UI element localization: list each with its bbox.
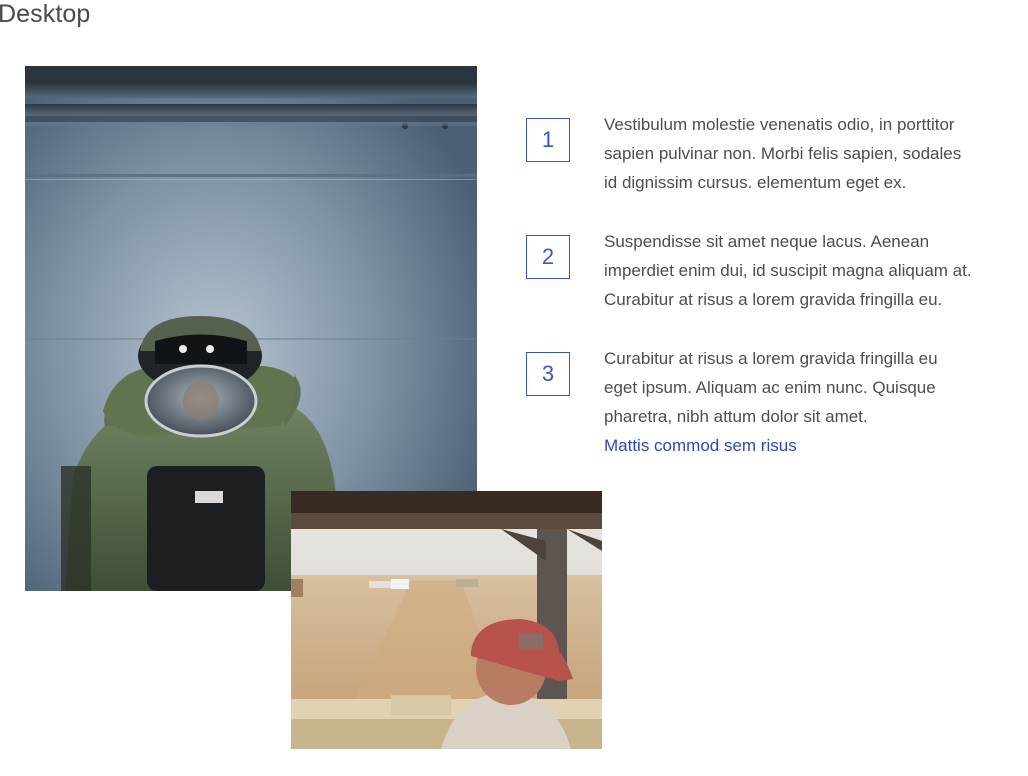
step-line: Curabitur at risus a lorem gravida fring… bbox=[604, 290, 943, 309]
mattis-link[interactable]: Mattis commod sem risus bbox=[604, 431, 1014, 460]
step-number: 1 bbox=[526, 118, 570, 162]
step-line: imperdiet enim dui, id suscipit magna al… bbox=[604, 261, 972, 280]
step-number: 2 bbox=[526, 235, 570, 279]
step-description: Vestibulum molestie venenatis odio, in p… bbox=[604, 110, 1014, 197]
step-line: Curabitur at risus a lorem gravida fring… bbox=[604, 349, 938, 368]
page-heading: Desktop bbox=[0, 0, 91, 28]
step-item: 1 Vestibulum molestie venenatis odio, in… bbox=[526, 110, 1026, 227]
desert-worker-photo bbox=[291, 491, 602, 749]
step-line: id dignissim cursus. elementum eget ex. bbox=[604, 173, 907, 192]
steps-list: 1 Vestibulum molestie venenatis odio, in… bbox=[526, 110, 1026, 461]
step-item: 3 Curabitur at risus a lorem gravida fri… bbox=[526, 344, 1026, 461]
step-line: Vestibulum molestie venenatis odio, in p… bbox=[604, 115, 955, 134]
page: Desktop 1 Vestibulum molestie venenatis … bbox=[0, 0, 1028, 776]
step-number: 3 bbox=[526, 352, 570, 396]
step-line: Suspendisse sit amet neque lacus. Aenean bbox=[604, 232, 930, 251]
step-description: Suspendisse sit amet neque lacus. Aenean… bbox=[604, 227, 1014, 314]
step-line: sapien pulvinar non. Morbi felis sapien,… bbox=[604, 144, 962, 163]
step-description: Curabitur at risus a lorem gravida fring… bbox=[604, 344, 1014, 460]
step-line: pharetra, nibh attum dolor sit amet. bbox=[604, 407, 868, 426]
step-item: 2 Suspendisse sit amet neque lacus. Aene… bbox=[526, 227, 1026, 344]
step-line: eget ipsum. Aliquam ac enim nunc. Quisqu… bbox=[604, 378, 936, 397]
